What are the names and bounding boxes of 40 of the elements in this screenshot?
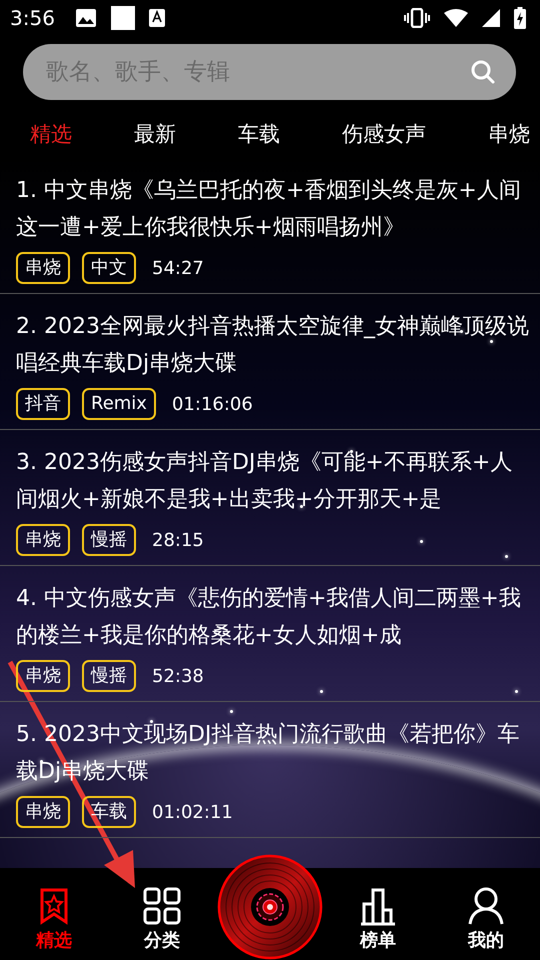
- battery-charging-icon: [514, 7, 526, 29]
- wifi-icon: [444, 9, 468, 27]
- song-title[interactable]: 4. 中文伤感女声《悲伤的爱情+我借人间二两墨+我的楼兰+我是你的格桑花+女人如烟+成: [16, 580, 540, 654]
- nav-tab[interactable]: 分类: [114, 886, 210, 952]
- category-tab[interactable]: 最新: [134, 120, 176, 148]
- search-icon[interactable]: [470, 59, 496, 85]
- song-duration: 28:15: [152, 530, 204, 550]
- genre-tag: 串烧: [16, 796, 70, 828]
- square-icon: [110, 6, 135, 30]
- grid-icon: [142, 886, 182, 926]
- song-duration: 54:27: [152, 258, 204, 278]
- font-icon: [148, 9, 165, 27]
- song-title[interactable]: 3. 2023伤感女声抖音DJ串烧《可能+不再联系+人间烟火+新娘不是我+出卖我+分开那天+是: [16, 444, 540, 518]
- genre-tag: 抖音: [16, 388, 70, 420]
- nav-tab[interactable]: 榜单: [330, 886, 426, 952]
- person-icon: [466, 886, 506, 926]
- genre-tag: 慢摇: [82, 524, 136, 556]
- category-tab[interactable]: 伤感女声: [342, 120, 426, 148]
- song-title[interactable]: 2. 2023全网最火抖音热播太空旋律_女神巅峰顶级说唱经典车载Dj串烧大碟: [16, 308, 540, 382]
- nav-tab[interactable]: 我的: [438, 886, 534, 952]
- genre-tag: 串烧: [16, 524, 70, 556]
- status-time: 3:56: [10, 6, 55, 30]
- signal-icon: [482, 9, 500, 27]
- vinyl-record-icon[interactable]: [217, 854, 323, 960]
- genre-tag: Remix: [82, 388, 156, 420]
- category-tab[interactable]: 精选: [30, 120, 72, 148]
- song-duration: 01:02:11: [152, 802, 233, 822]
- genre-tag: 慢摇: [82, 660, 136, 692]
- genre-tag: 中文: [82, 252, 136, 284]
- bar-chart-icon: [358, 886, 398, 926]
- nav-tab[interactable]: 精选: [6, 886, 102, 952]
- genre-tag: 串烧: [16, 252, 70, 284]
- image-icon: [74, 8, 97, 28]
- song-duration: 01:16:06: [172, 394, 253, 414]
- category-tab[interactable]: 串烧: [488, 120, 530, 148]
- song-duration: 52:38: [152, 666, 204, 686]
- category-tab[interactable]: 车载: [238, 120, 280, 148]
- song-title[interactable]: 1. 中文串烧《乌兰巴托的夜+香烟到头终是灰+人间这一遭+爱上你我很快乐+烟雨唱扬州》: [16, 172, 540, 246]
- vibrate-icon: [404, 8, 430, 28]
- genre-tag: 串烧: [16, 660, 70, 692]
